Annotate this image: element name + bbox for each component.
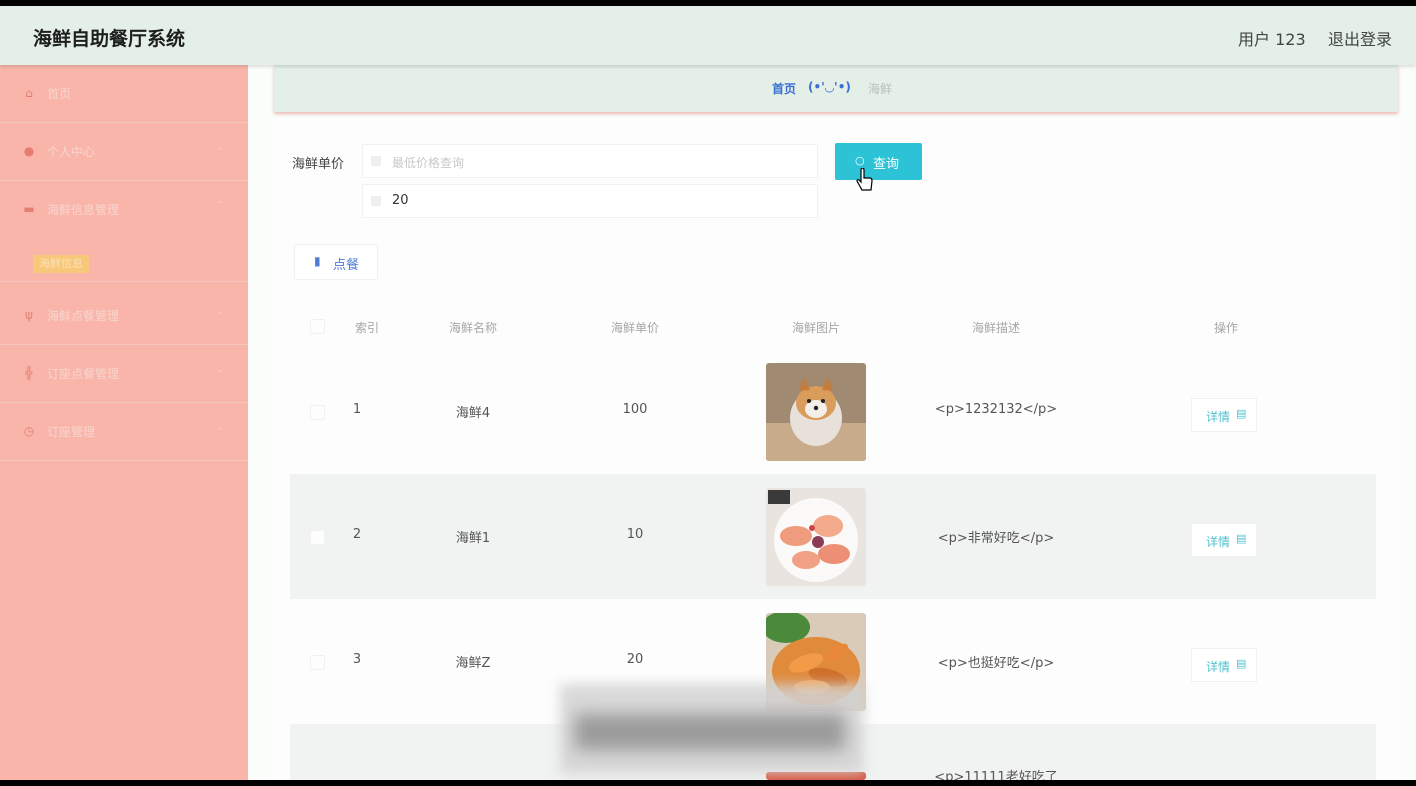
row-checkbox[interactable] [310, 530, 325, 545]
fork-icon: ψ [25, 308, 33, 322]
detail-button-label: 详情 [1206, 660, 1231, 674]
current-user-label: 用户 123 [1238, 30, 1306, 49]
chevron-down-icon: ⌄ [216, 142, 225, 153]
row-index: 2 [352, 527, 362, 542]
app-window: 海鲜自助餐厅系统 用户 123 退出登录 ⌂ 首页 ● 个人中心 ⌄ ▬ 海鲜信… [0, 6, 1416, 780]
breadcrumb-current: 海鲜 [868, 82, 893, 96]
top-header: 海鲜自助餐厅系统 用户 123 退出登录 [0, 6, 1416, 65]
max-price-input[interactable]: 20 [362, 184, 818, 218]
input-prefix-icon [371, 196, 381, 206]
row-checkbox[interactable] [310, 655, 325, 670]
sidebar-item-seafood-order-mgmt[interactable]: ψ 海鲜点餐管理 ⌄ [0, 287, 248, 345]
bar-chart-icon: ▮ [314, 254, 321, 268]
document-icon: ▤ [1236, 532, 1247, 545]
table-header: 索引 海鲜名称 海鲜单价 海鲜图片 海鲜描述 操作 [290, 303, 1376, 349]
document-icon: ▤ [1236, 657, 1247, 670]
chevron-down-icon: ⌄ [216, 306, 225, 317]
sidebar-item-home[interactable]: ⌂ 首页 [0, 65, 248, 123]
column-header-name: 海鲜名称 [448, 321, 498, 335]
column-header-index: 索引 [354, 321, 380, 335]
row-index: 1 [352, 402, 362, 417]
row-price: 100 [622, 402, 648, 417]
select-all-checkbox[interactable] [310, 319, 325, 334]
sidebar-item-label: 海鲜点餐管理 [47, 309, 120, 323]
home-icon: ⌂ [25, 86, 33, 100]
chevron-down-icon: ⌄ [216, 364, 225, 375]
person-icon: ● [23, 144, 35, 158]
column-header-price: 海鲜单价 [610, 321, 660, 335]
query-button[interactable]: ○ 查询 [835, 143, 922, 180]
search-icon: ○ [855, 154, 865, 167]
sidebar-item-label: 订座管理 [47, 425, 96, 439]
column-header-description: 海鲜描述 [971, 321, 1021, 335]
sidebar-item-seat-mgmt[interactable]: ◷ 订座管理 ⌄ [0, 403, 248, 461]
detail-button[interactable]: 详情 ▤ [1191, 648, 1257, 682]
row-index: 3 [352, 652, 362, 667]
price-filter-label: 海鲜单价 [292, 157, 345, 172]
sidebar-item-label: 个人中心 [47, 145, 96, 159]
detail-button-label: 详情 [1206, 410, 1231, 424]
chevron-up-icon: ⌃ [216, 200, 225, 211]
chart-button-label: 点餐 [333, 258, 360, 273]
breadcrumb-home-link[interactable]: 首页 [772, 80, 796, 97]
column-header-image: 海鲜图片 [791, 321, 841, 335]
sidebar-subitem-seafood-info[interactable]: 海鲜信息 [33, 255, 89, 273]
app-title: 海鲜自助餐厅系统 [33, 28, 186, 50]
table-row: 2 海鲜1 10 <p>非常好吃</p> 详情 ▤ [290, 474, 1376, 599]
sidebar-item-seat-order-mgmt[interactable]: ╬ 订座点餐管理 ⌄ [0, 345, 248, 403]
breadcrumb-emoticon: (•'◡'•) [808, 80, 851, 94]
sidebar: ⌂ 首页 ● 个人中心 ⌄ ▬ 海鲜信息管理 ⌃ 海鲜信息 ψ 海鲜点餐管理 ⌄… [0, 65, 248, 780]
min-price-placeholder: 最低价格查询 [392, 156, 465, 170]
sidebar-item-profile[interactable]: ● 个人中心 ⌄ [0, 123, 248, 181]
monitor-icon: ▬ [23, 202, 35, 216]
logout-link[interactable]: 退出登录 [1328, 26, 1392, 50]
table-row: 1 海鲜4 100 <p>1232132</p> 详情 ▤ [290, 349, 1376, 474]
row-description: <p>1232132</p> [934, 402, 1058, 417]
detail-button[interactable]: 详情 ▤ [1191, 523, 1257, 557]
document-icon: ▤ [1236, 407, 1247, 420]
blurred-overlay-content [575, 714, 845, 750]
max-price-value: 20 [392, 193, 409, 208]
min-price-input[interactable]: 最低价格查询 [362, 144, 818, 178]
row-price: 20 [626, 652, 644, 667]
chair-icon: ╬ [25, 366, 33, 380]
hand-cursor-icon [856, 168, 873, 191]
row-description: <p>11111老好吃了 [934, 770, 1058, 780]
row-price: 10 [626, 527, 644, 542]
row-description: <p>也挺好吃</p> [937, 656, 1055, 671]
row-name: 海鲜4 [455, 406, 491, 421]
sidebar-item-label: 海鲜信息管理 [47, 203, 120, 217]
column-header-actions: 操作 [1213, 321, 1239, 335]
chevron-down-icon: ⌄ [216, 422, 225, 433]
seafood-plate-photo [766, 488, 866, 586]
input-prefix-icon [371, 156, 381, 166]
row-checkbox[interactable] [310, 405, 325, 420]
breadcrumb: 首页 (•'◡'•) 海鲜 [274, 65, 1398, 112]
detail-button-label: 详情 [1206, 535, 1231, 549]
row-name: 海鲜1 [455, 531, 491, 546]
clock-icon: ◷ [23, 424, 35, 438]
query-button-label: 查询 [873, 157, 900, 172]
shiba-dog-photo [766, 363, 866, 461]
sidebar-item-label: 订座点餐管理 [47, 367, 120, 381]
chart-button[interactable]: ▮ 点餐 [294, 244, 378, 280]
sidebar-item-label: 首页 [47, 87, 72, 101]
row-description: <p>非常好吃</p> [937, 531, 1055, 546]
row-name: 海鲜Z [455, 656, 491, 671]
detail-button[interactable]: 详情 ▤ [1191, 398, 1257, 432]
